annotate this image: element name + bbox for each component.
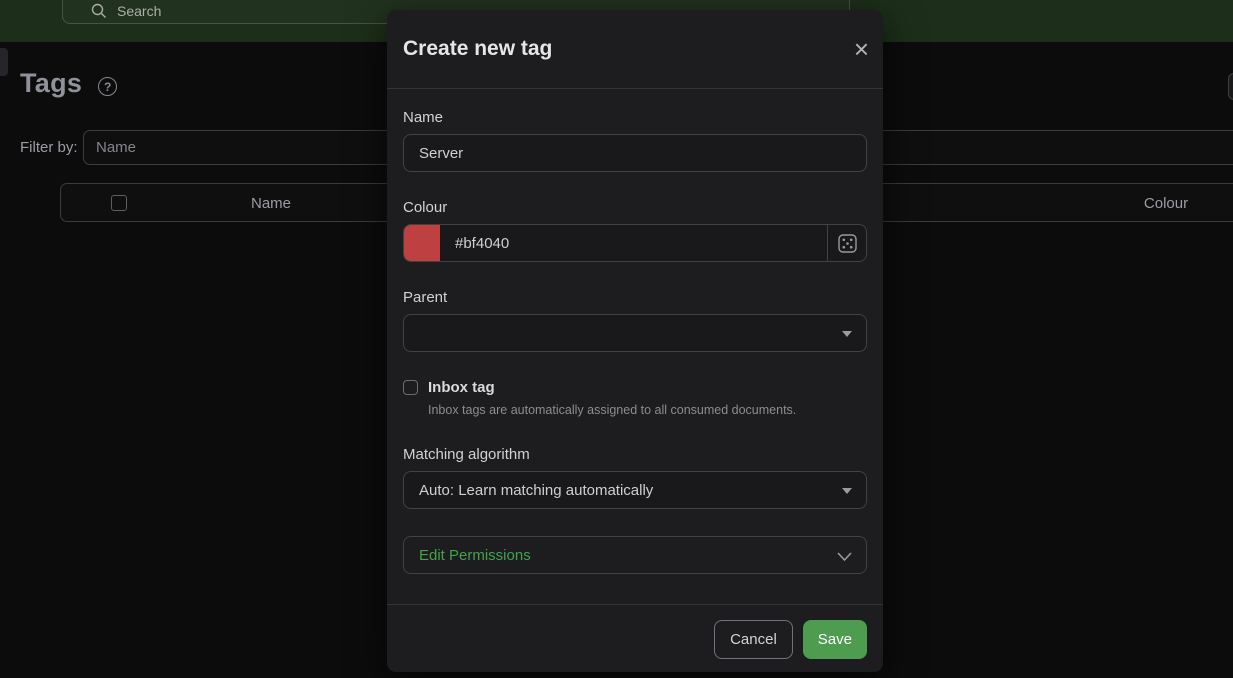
- inbox-tag-label[interactable]: Inbox tag: [428, 379, 495, 396]
- name-label: Name: [403, 109, 867, 126]
- chevron-down-icon: [836, 548, 853, 569]
- matching-algorithm-value: Auto: Learn matching automatically: [419, 482, 653, 499]
- matching-algorithm-label: Matching algorithm: [403, 446, 867, 463]
- edit-permissions-label: Edit Permissions: [419, 547, 531, 564]
- caret-down-icon: [842, 331, 852, 337]
- colour-label: Colour: [403, 199, 867, 216]
- search-icon: [91, 3, 107, 19]
- colour-swatch[interactable]: [404, 225, 440, 261]
- edit-permissions-accordion[interactable]: Edit Permissions: [403, 536, 867, 574]
- modal-title: Create new tag: [403, 37, 552, 61]
- parent-select[interactable]: [403, 314, 867, 352]
- filter-by-label: Filter by:: [20, 139, 78, 156]
- create-tag-modal: Create new tag × Name Colour: [387, 10, 883, 672]
- random-colour-button[interactable]: [827, 225, 866, 261]
- column-header-colour[interactable]: Colour: [1101, 195, 1231, 212]
- colour-hex-input[interactable]: [440, 225, 827, 261]
- cancel-button[interactable]: Cancel: [714, 620, 793, 659]
- save-button[interactable]: Save: [803, 620, 867, 659]
- caret-down-icon: [842, 488, 852, 494]
- inbox-tag-checkbox[interactable]: [403, 380, 418, 395]
- parent-label: Parent: [403, 289, 867, 306]
- inbox-tag-hint: Inbox tags are automatically assigned to…: [428, 403, 867, 417]
- help-icon[interactable]: ?: [98, 77, 117, 96]
- clipped-sidebar-edge: [0, 48, 8, 76]
- select-all-checkbox[interactable]: [111, 195, 127, 211]
- search-placeholder: Search: [117, 3, 161, 19]
- page-title: Tags: [20, 68, 82, 99]
- matching-algorithm-select[interactable]: Auto: Learn matching automatically: [403, 471, 867, 509]
- close-icon[interactable]: ×: [854, 36, 869, 62]
- clipped-edge-button[interactable]: [1228, 73, 1233, 100]
- tag-name-input[interactable]: [403, 134, 867, 172]
- dice-icon: [838, 234, 857, 253]
- column-header-name[interactable]: Name: [151, 195, 391, 212]
- colour-input-group: [403, 224, 867, 262]
